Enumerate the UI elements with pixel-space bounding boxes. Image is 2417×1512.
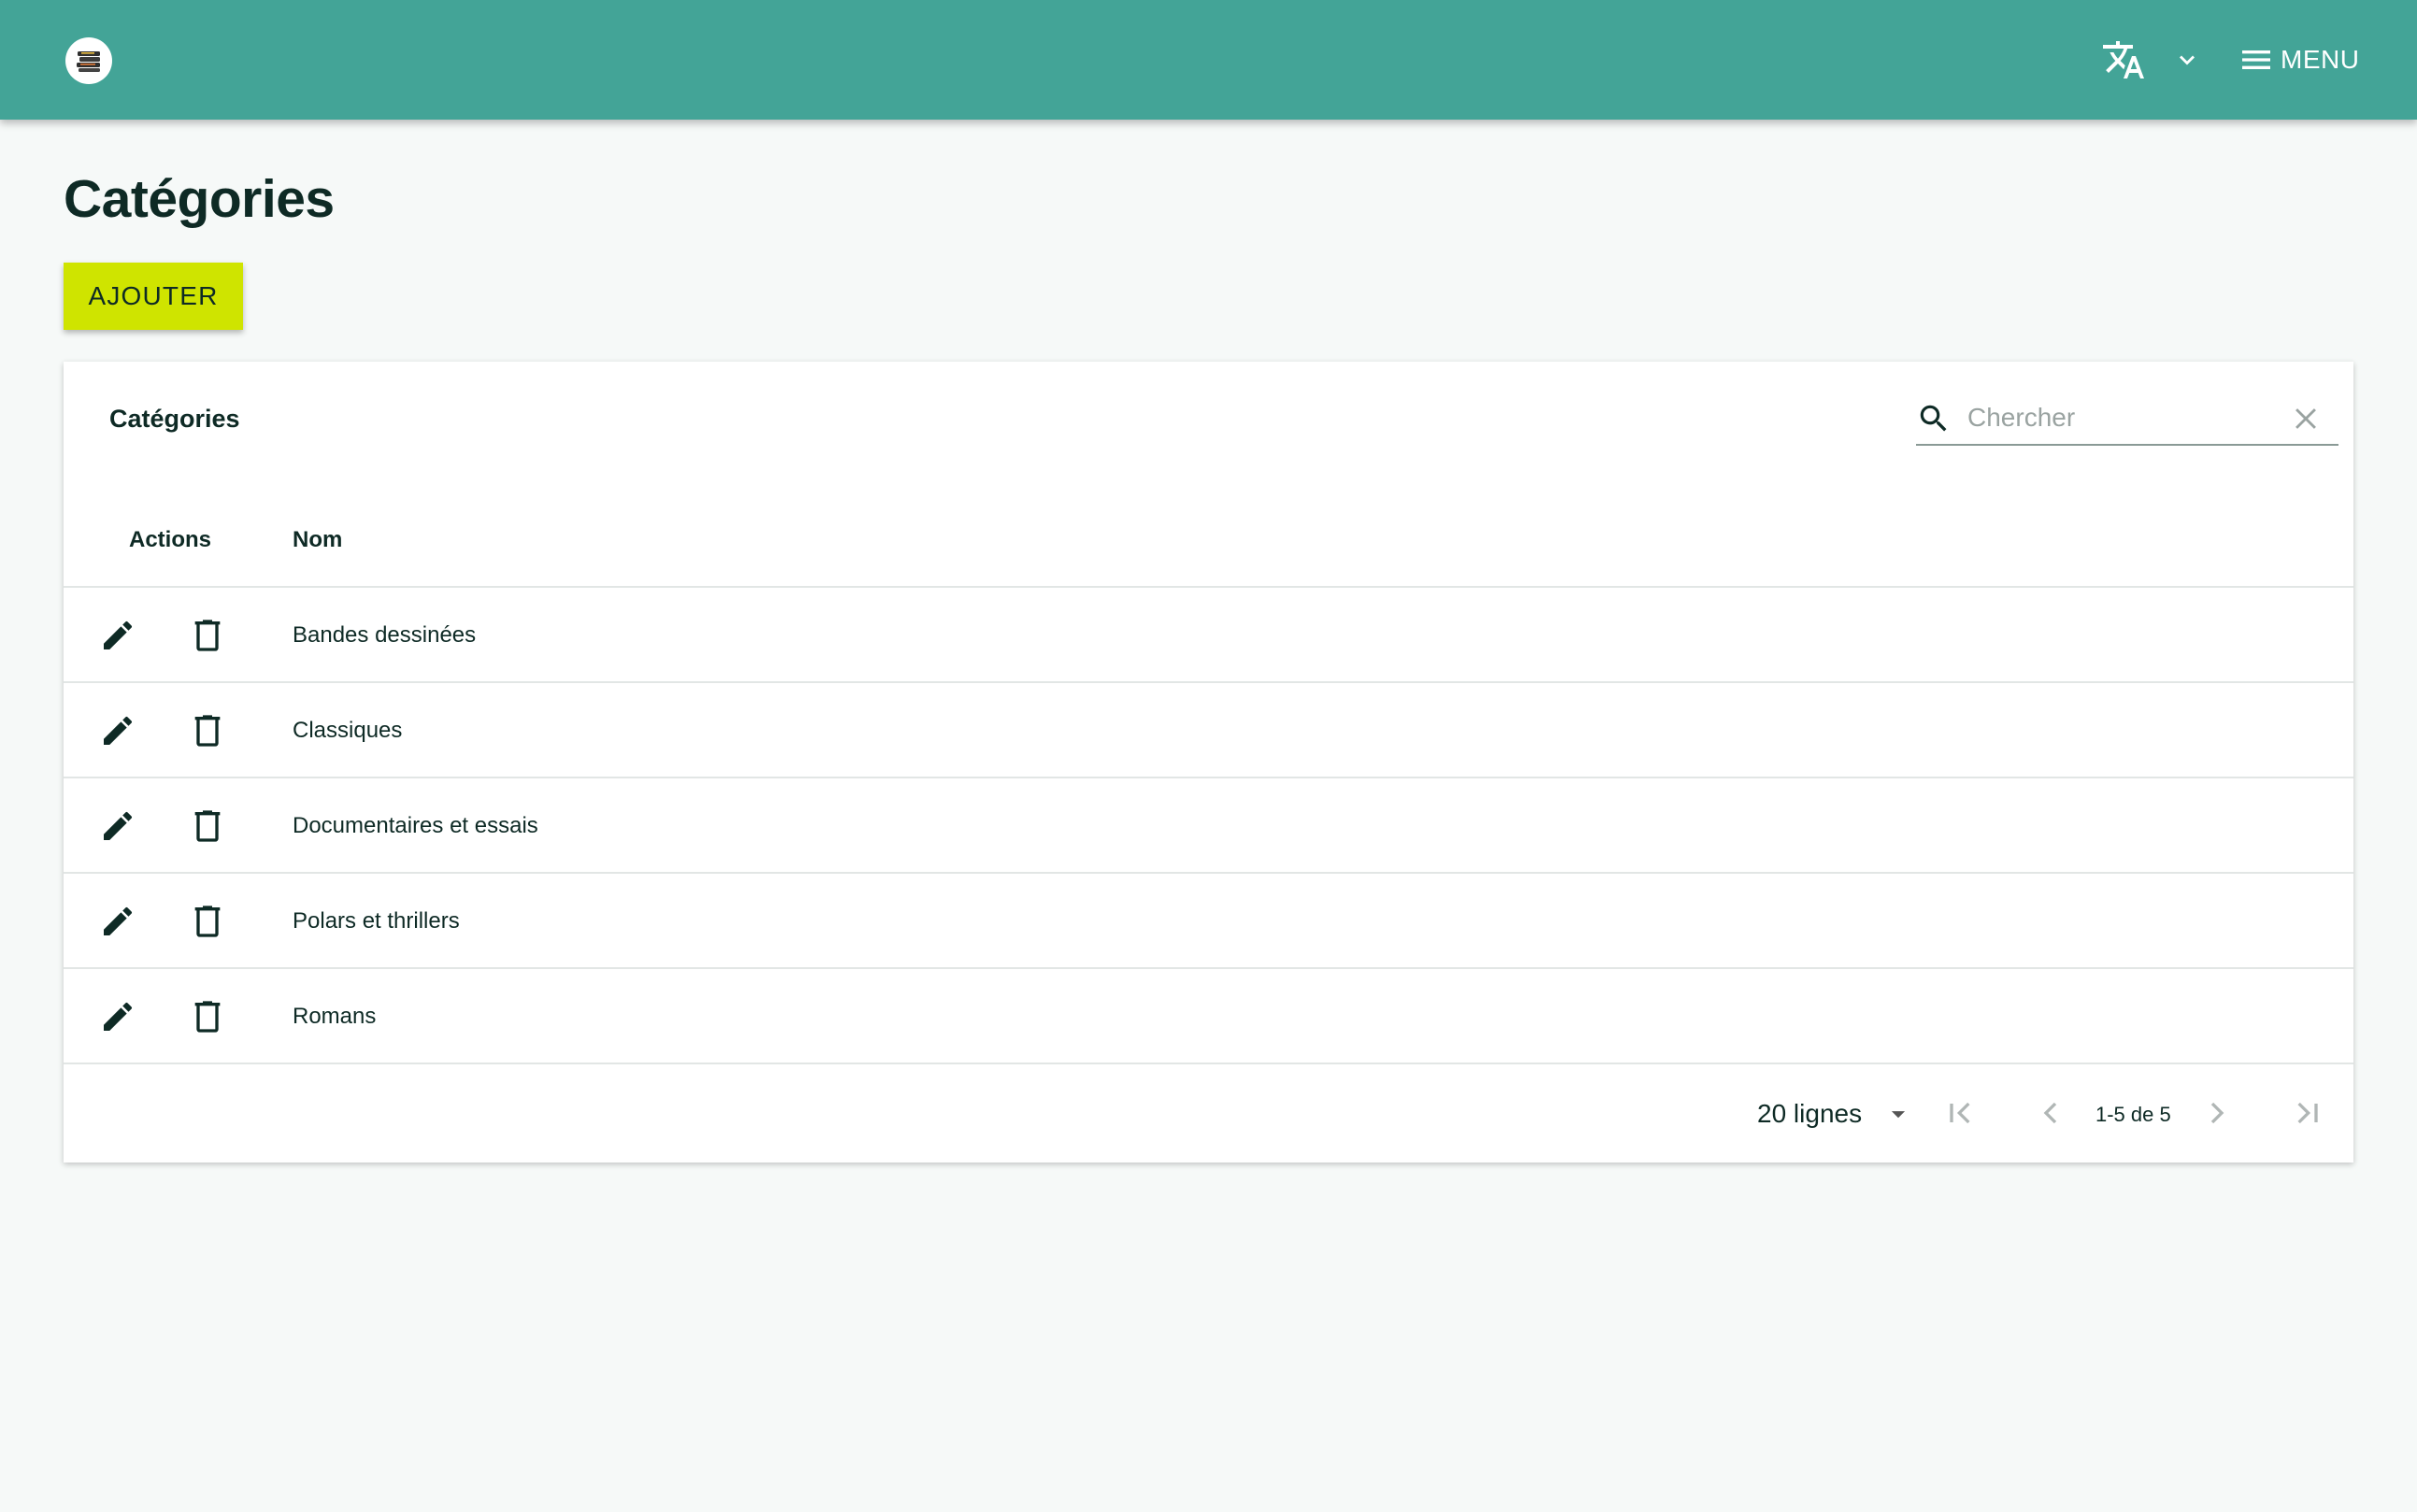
edit-pencil-icon[interactable] <box>99 712 136 749</box>
delete-trash-icon[interactable] <box>189 903 226 940</box>
translate-icon[interactable] <box>2101 37 2146 82</box>
table-row: Romans <box>64 969 2353 1064</box>
category-name: Bandes dessinées <box>293 622 477 648</box>
hamburger-icon <box>2242 50 2270 69</box>
rows-per-page-select[interactable]: 20 lignes <box>1757 1091 1914 1137</box>
delete-trash-icon[interactable] <box>189 617 226 654</box>
search-icon <box>1920 405 1947 432</box>
menu-button[interactable]: MENU <box>2238 32 2359 88</box>
edit-pencil-icon[interactable] <box>99 998 136 1035</box>
previous-page-icon[interactable] <box>2032 1094 2069 1132</box>
table-row: Bandes dessinées <box>64 588 2353 683</box>
next-page-icon[interactable] <box>2198 1094 2236 1132</box>
table-header: Actions Nom <box>64 492 2353 588</box>
app-bar: MENU <box>0 0 2417 120</box>
table-row: Documentaires et essais <box>64 778 2353 874</box>
edit-pencil-icon[interactable] <box>99 903 136 940</box>
category-name: Classiques <box>293 718 403 743</box>
column-header-actions: Actions <box>129 527 212 552</box>
dropdown-arrow-icon <box>1892 1111 1906 1119</box>
books-stack-icon[interactable] <box>65 37 112 84</box>
menu-label: MENU <box>2281 45 2360 74</box>
page-range-label: 1-5 de 5 <box>2095 1103 2171 1126</box>
delete-trash-icon[interactable] <box>189 712 226 749</box>
category-name: Documentaires et essais <box>293 813 538 838</box>
category-name: Romans <box>293 1004 377 1029</box>
table-pagination: 20 lignes 1-5 de 5 <box>64 1064 2353 1163</box>
add-category-button[interactable]: AJOUTER <box>64 263 243 330</box>
page-title: Catégories <box>64 169 335 229</box>
first-page-icon[interactable] <box>1942 1094 1980 1132</box>
last-page-icon[interactable] <box>2288 1094 2325 1132</box>
rows-per-page-value: 20 lignes <box>1757 1099 1863 1128</box>
edit-pencil-icon[interactable] <box>99 617 136 654</box>
column-header-nom[interactable]: Nom <box>293 492 342 588</box>
delete-trash-icon[interactable] <box>189 998 226 1035</box>
edit-pencil-icon[interactable] <box>99 807 136 845</box>
table-row: Polars et thrillers <box>64 874 2353 969</box>
table-row: Classiques <box>64 683 2353 778</box>
table-title: Catégories <box>109 405 240 433</box>
categories-table-card: Catégories Actions Nom Bandes dessinées … <box>64 362 2353 1163</box>
clear-search-icon[interactable] <box>2290 403 2322 435</box>
chevron-down-icon[interactable] <box>2174 47 2200 73</box>
search-input[interactable] <box>1967 395 2276 440</box>
delete-trash-icon[interactable] <box>189 807 226 845</box>
search-field <box>1916 390 2338 446</box>
category-name: Polars et thrillers <box>293 908 460 934</box>
